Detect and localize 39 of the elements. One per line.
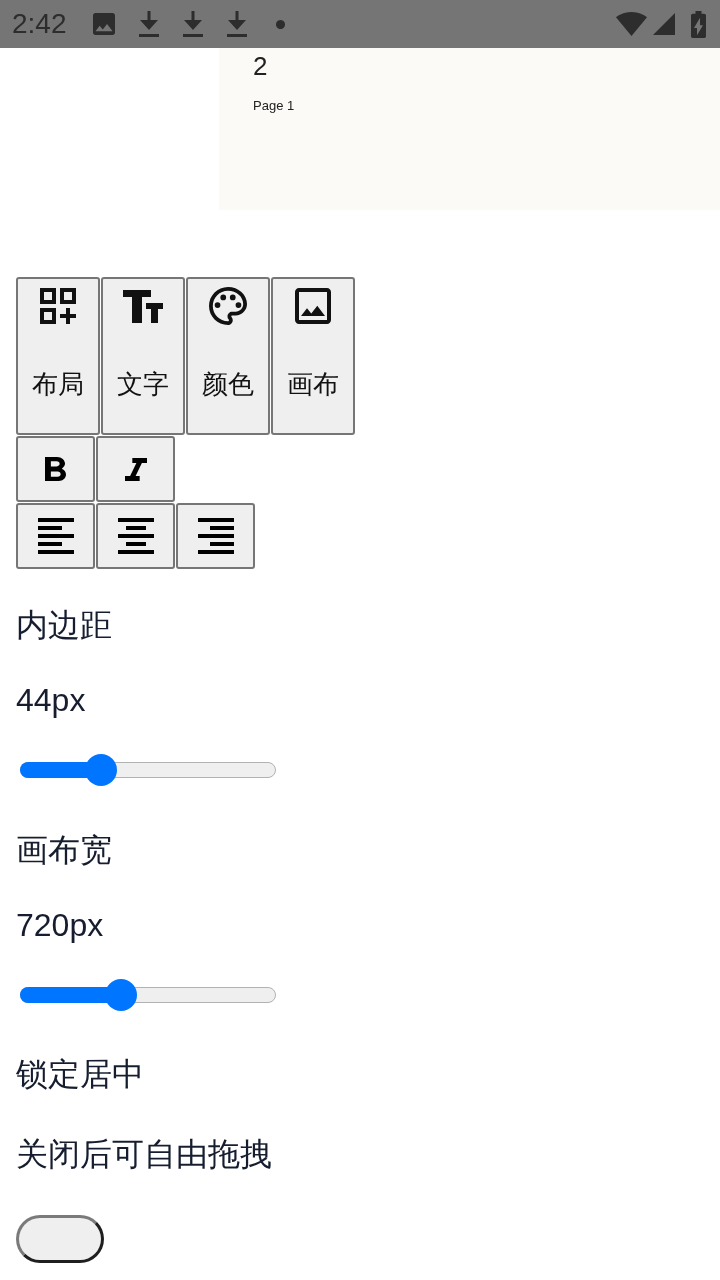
align-left-button[interactable] bbox=[16, 503, 95, 569]
slider-thumb[interactable] bbox=[105, 979, 138, 1011]
image-icon bbox=[295, 288, 331, 324]
setting-label: 锁定居中 bbox=[16, 1055, 144, 1094]
setting-hint: 关闭后可自由拖拽 bbox=[16, 1135, 272, 1174]
align-right-button[interactable] bbox=[176, 503, 255, 569]
palette-icon bbox=[209, 287, 247, 325]
slider[interactable] bbox=[20, 754, 276, 786]
tool-button[interactable]: 颜色 bbox=[186, 277, 270, 435]
align-center-icon bbox=[117, 518, 154, 554]
download-icon bbox=[182, 11, 203, 37]
signal-icon bbox=[653, 13, 675, 35]
text-size-icon bbox=[123, 289, 163, 323]
align-right-icon bbox=[197, 518, 234, 554]
setting-value: 720px bbox=[16, 906, 104, 945]
download-icon bbox=[138, 11, 159, 37]
bold-button[interactable] bbox=[16, 436, 95, 502]
toggle-switch[interactable] bbox=[16, 1215, 104, 1263]
wifi-icon bbox=[616, 12, 647, 36]
slider-thumb[interactable] bbox=[84, 754, 117, 786]
slider[interactable] bbox=[20, 979, 276, 1011]
tool-button[interactable]: 画布 bbox=[271, 277, 355, 435]
setting-value: 44px bbox=[16, 681, 86, 720]
download-icon bbox=[226, 11, 247, 37]
page-label: Page 1 bbox=[253, 98, 295, 114]
italic-icon bbox=[124, 457, 147, 481]
status-time: 2:42 bbox=[12, 8, 67, 40]
tool-button[interactable]: 文字 bbox=[101, 277, 185, 435]
align-left-icon bbox=[37, 518, 74, 554]
align-center-button[interactable] bbox=[96, 503, 175, 569]
italic-button[interactable] bbox=[96, 436, 175, 502]
tool-button[interactable]: 布局 bbox=[16, 277, 100, 435]
bold-icon bbox=[45, 457, 66, 481]
battery-charging-icon bbox=[691, 10, 706, 38]
page-number: 2 bbox=[253, 51, 268, 82]
grid-plus-icon bbox=[40, 288, 76, 324]
setting-label: 画布宽 bbox=[16, 831, 112, 870]
image-icon bbox=[92, 13, 115, 35]
setting-label: 内边距 bbox=[16, 606, 112, 645]
